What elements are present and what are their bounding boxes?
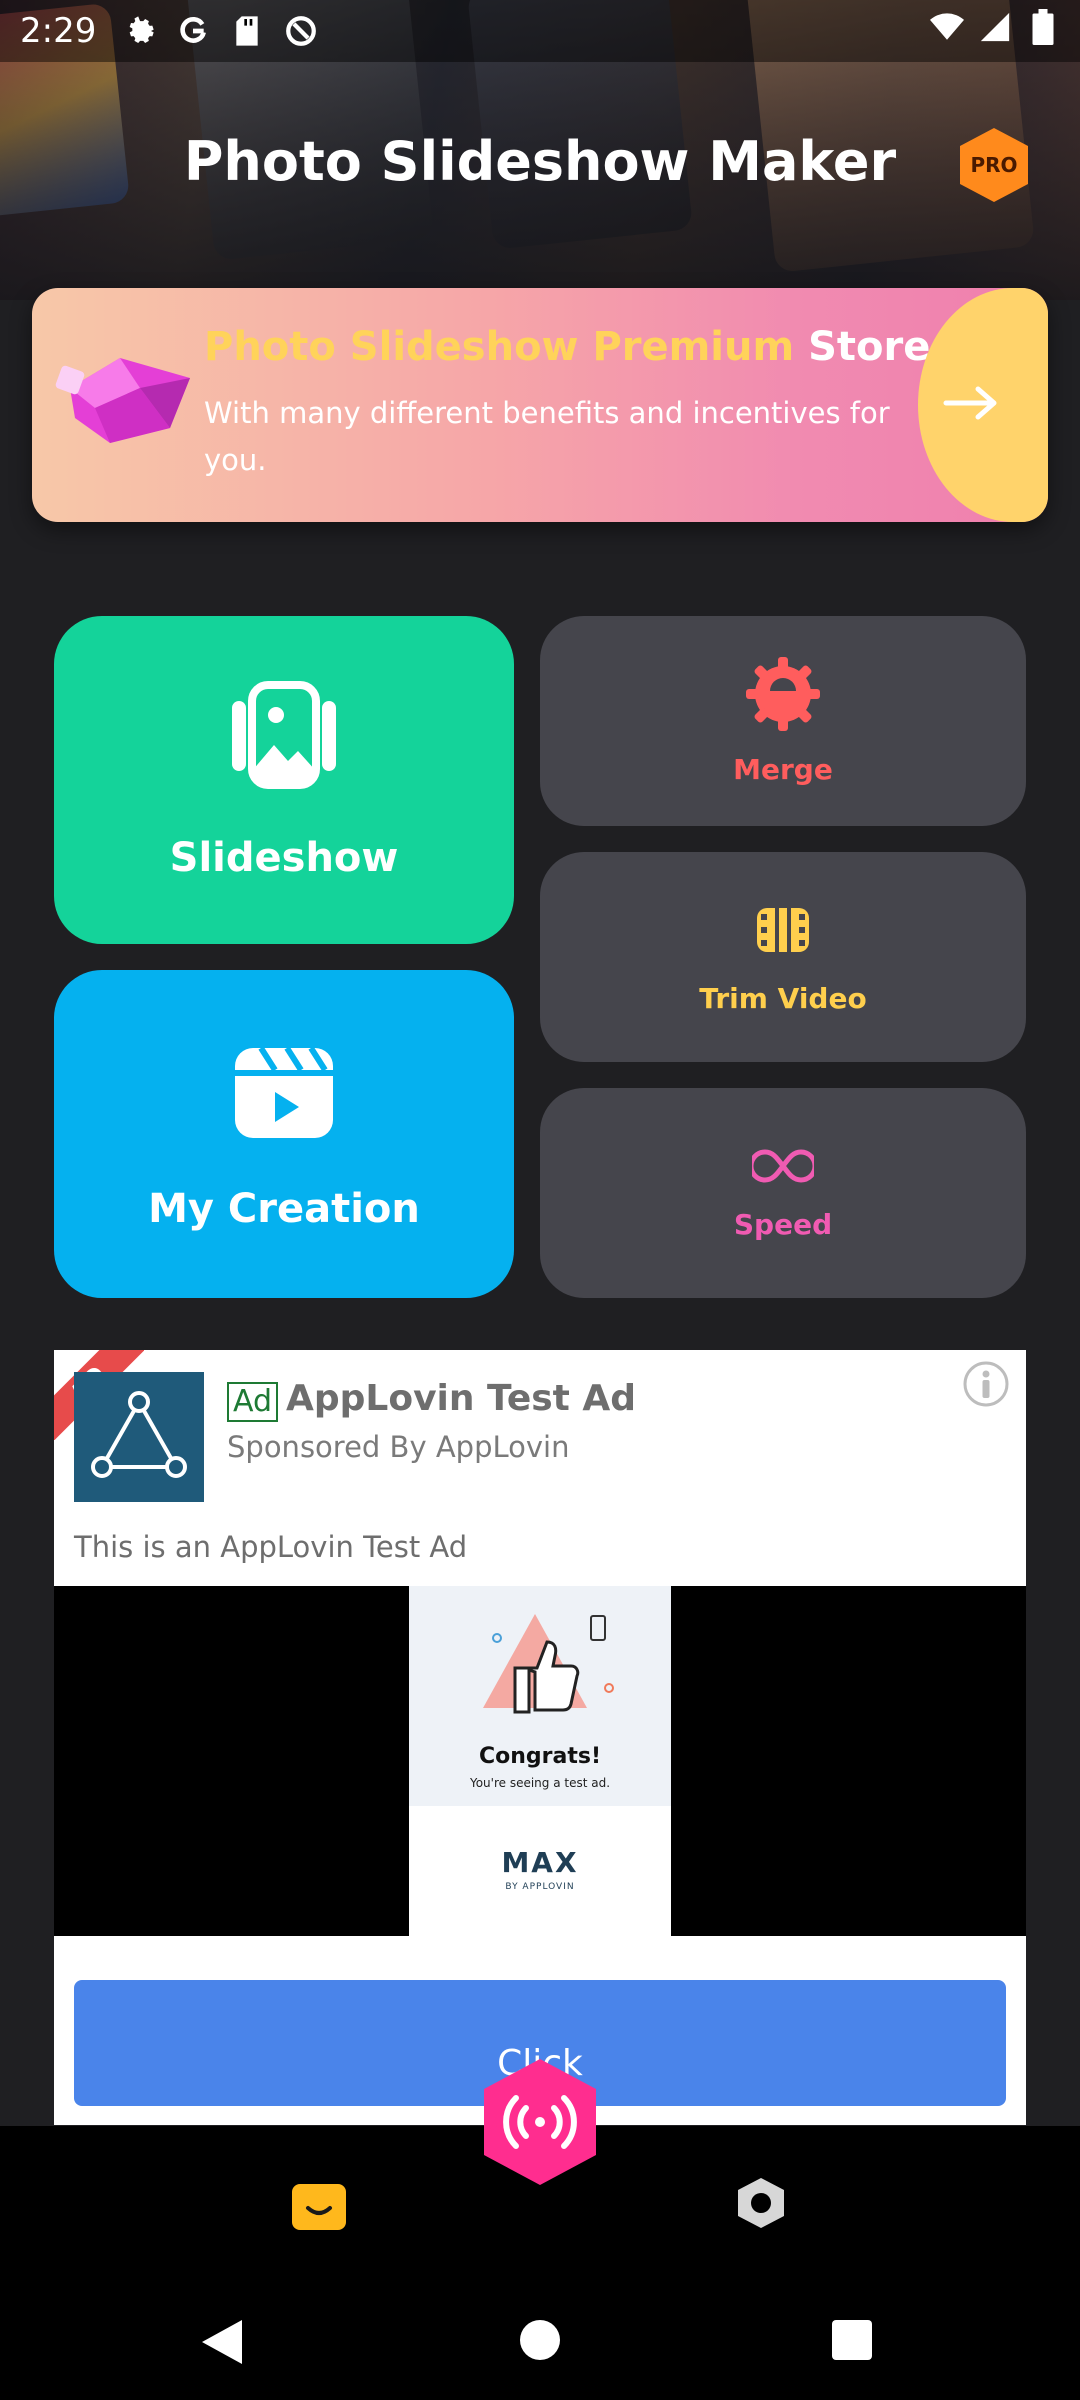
ad-sponsor: Sponsored By AppLovin: [227, 1430, 570, 1464]
ad-tag: Ad: [227, 1382, 279, 1422]
system-nav-bar: [0, 2276, 1080, 2400]
ad-title[interactable]: AppLovin Test Ad: [286, 1378, 636, 1419]
slideshow-label: Slideshow: [169, 835, 399, 881]
sd-card-icon: [230, 14, 264, 48]
arrow-right-icon: [942, 383, 1002, 427]
clapperboard-play-icon: [231, 1036, 337, 1146]
pro-badge[interactable]: PRO: [958, 126, 1030, 204]
ad-creative-brand-sub: BY APPLOVIN: [505, 1882, 575, 1892]
ad-creative-subtext: You're seeing a test ad.: [469, 1776, 611, 1790]
trim-video-label: Trim Video: [699, 981, 867, 1015]
gear-icon: [122, 14, 156, 48]
merge-gear-icon: [746, 656, 820, 735]
home-icon[interactable]: [290, 2176, 348, 2230]
premium-store-banner[interactable]: Photo Slideshow Premium Store With many …: [32, 288, 1048, 522]
native-ad[interactable]: AD Ad AppLovin Test Ad Sponsored By AppL…: [54, 1350, 1026, 2125]
settings-icon[interactable]: [734, 2176, 788, 2230]
battery-icon: [1026, 9, 1060, 45]
infinity-icon: [748, 1146, 818, 1190]
trim-video-button[interactable]: Trim Video: [540, 852, 1026, 1062]
speed-button[interactable]: Speed: [540, 1088, 1026, 1298]
thumbs-up-icon: [479, 1608, 619, 1742]
info-icon[interactable]: [962, 1360, 1010, 1408]
status-bar: 2:29: [0, 0, 1080, 62]
ad-media[interactable]: Congrats! You're seeing a test ad. MAX B…: [54, 1586, 1026, 1936]
ad-creative-headline: Congrats!: [478, 1744, 601, 1769]
ad-creative-brand: MAX: [501, 1846, 579, 1879]
gem-icon: [50, 328, 210, 468]
premium-title: Photo Slideshow Premium Store: [204, 324, 930, 370]
ad-creative: Congrats! You're seeing a test ad. MAX B…: [409, 1586, 671, 1936]
merge-label: Merge: [733, 752, 833, 786]
my-creation-label: My Creation: [148, 1186, 420, 1232]
film-trim-icon: [753, 900, 813, 964]
merge-button[interactable]: Merge: [540, 616, 1026, 826]
status-time: 2:29: [20, 11, 97, 51]
ad-body-text: This is an AppLovin Test Ad: [74, 1530, 468, 1564]
slideshow-button[interactable]: Slideshow: [54, 616, 514, 944]
home-circle-icon[interactable]: [520, 2320, 560, 2360]
premium-title-highlight: Photo Slideshow Premium: [204, 324, 795, 370]
my-creation-button[interactable]: My Creation: [54, 970, 514, 1298]
signal-icon: [978, 10, 1012, 44]
google-icon: [176, 14, 210, 48]
premium-title-rest: Store: [808, 324, 931, 370]
ad-logo[interactable]: [74, 1372, 204, 1502]
back-icon[interactable]: [200, 2318, 244, 2370]
pro-badge-label: PRO: [970, 153, 1018, 177]
data-saver-icon: [284, 14, 318, 48]
photo-gallery-icon: [228, 679, 340, 795]
speed-label: Speed: [733, 1207, 833, 1241]
premium-description: With many different benefits and incenti…: [204, 396, 890, 477]
broadcast-fab-button[interactable]: [478, 2055, 602, 2189]
recents-icon[interactable]: [832, 2320, 872, 2360]
wifi-icon: [930, 10, 964, 44]
premium-arrow-button[interactable]: [918, 288, 1048, 522]
page-title: Photo Slideshow Maker: [183, 130, 897, 193]
